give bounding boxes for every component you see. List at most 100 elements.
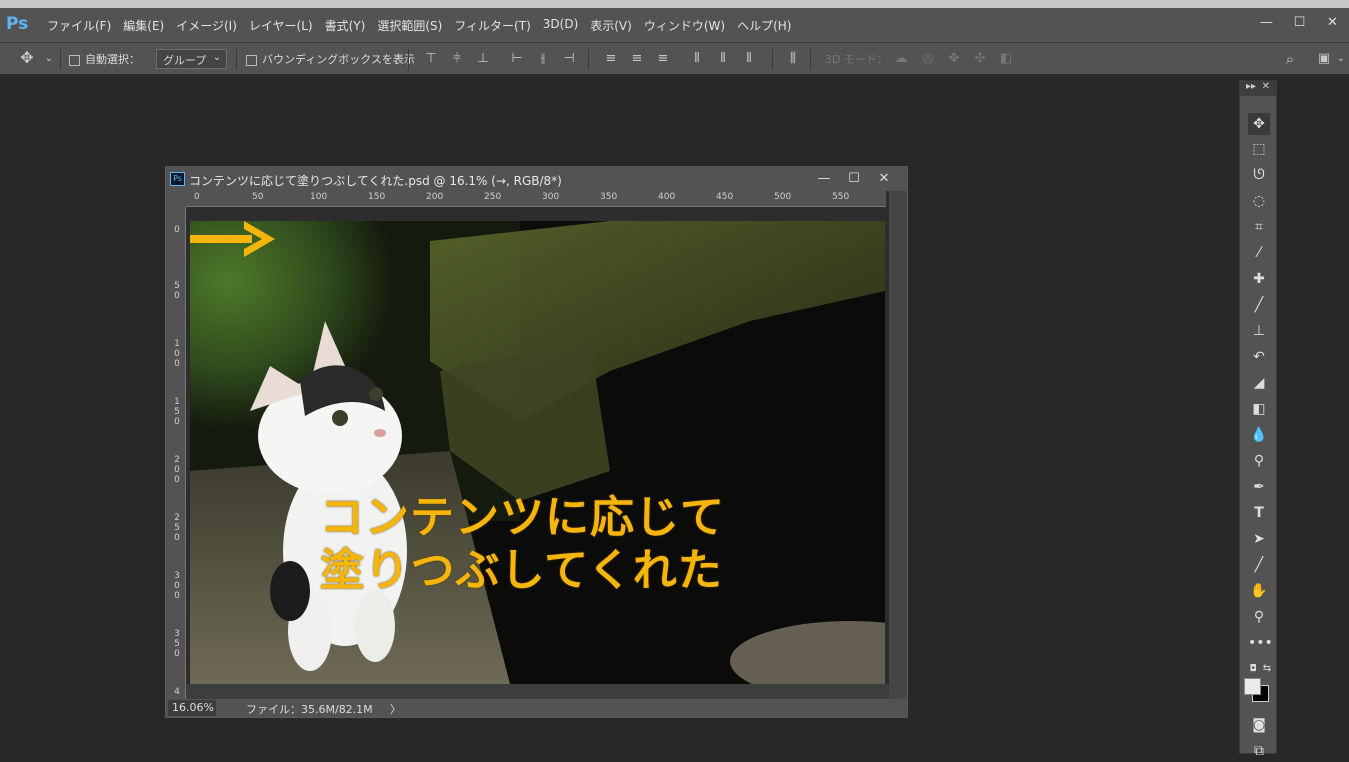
document-canvas[interactable]: コンテンツに応じて 塗りつぶしてくれた [190,221,885,684]
document-titlebar[interactable]: Ps コンテンツに応じて塗りつぶしてくれた.psd @ 16.1% (→, RG… [166,167,907,191]
pen-tool-icon[interactable]: ✒ [1248,476,1270,498]
3d-rotate-icon[interactable]: ☁ [894,52,908,66]
distribute-top-icon[interactable]: ≡ [604,52,618,66]
document-title: コンテンツに応じて塗りつぶしてくれた.psd @ 16.1% (→, RGB/8… [189,174,562,188]
auto-select-checkbox[interactable] [69,54,80,66]
swap-colors-icon[interactable]: ⇆ [1256,658,1278,680]
menu-type[interactable]: 書式(Y) [325,17,366,34]
ruler-label: 50 [252,192,264,202]
ruler-corner[interactable] [166,191,186,207]
ruler-label: 250 [172,513,182,543]
divider [772,49,773,70]
vertical-scrollbar[interactable] [889,191,907,699]
search-icon[interactable]: ⌕ [1283,52,1297,67]
blur-tool-icon[interactable]: 💧 [1248,424,1270,446]
zoom-level-field[interactable]: 16.06% [168,700,216,716]
align-vcenter-icon[interactable]: ⫩ [450,52,464,66]
dodge-tool-icon[interactable]: ⚲ [1248,450,1270,472]
close-button[interactable]: ✕ [1316,11,1349,33]
ruler-label: 450 [716,192,734,202]
auto-select-dropdown[interactable]: グループ ⌄ [156,49,227,69]
align-hcenter-icon[interactable]: ⫲ [536,52,550,66]
minimize-button[interactable]: — [1250,11,1283,33]
move-tool-icon[interactable]: ✥ [1248,113,1270,135]
horizontal-ruler[interactable]: 0 50 100 150 200 250 300 350 400 450 500… [186,191,886,207]
menu-3d[interactable]: 3D(D) [543,17,578,34]
auto-select-option[interactable]: 自動選択： [69,51,140,67]
menu-help[interactable]: ヘルプ(H) [737,17,791,34]
foreground-color-swatch[interactable] [1244,678,1261,695]
brush-tool-icon[interactable]: ╱ [1248,294,1270,316]
history-brush-tool-icon[interactable]: ↶ [1248,346,1270,368]
workspace-icon[interactable]: ▣ [1317,52,1331,66]
menu-edit[interactable]: 編集(E) [123,17,164,34]
horizontal-scrollbar[interactable] [186,684,889,699]
menu-layer[interactable]: レイヤー(L) [249,17,313,34]
align-right-icon[interactable]: ⊣ [562,52,576,66]
tool-preset-chevron-icon[interactable]: ⌄ [42,52,56,66]
zoom-tool-icon[interactable]: ⚲ [1248,606,1270,628]
lasso-tool-icon[interactable]: ᘎ [1248,164,1270,186]
align-top-icon[interactable]: ⊤ [424,52,438,66]
crop-tool-icon[interactable]: ⌗ [1248,216,1270,238]
align-bottom-icon[interactable]: ⊥ [476,52,490,66]
doc-close-button[interactable]: ✕ [869,169,899,189]
bounding-box-option[interactable]: バウンディングボックスを表示 [246,51,415,67]
marquee-tool-icon[interactable]: ⬚ [1248,138,1270,160]
auto-align-icon[interactable]: ⫼ [786,52,800,66]
divider [588,49,589,70]
3d-roll-icon[interactable]: ◎ [921,52,935,66]
ruler-label: 350 [600,192,618,202]
3d-scale-icon[interactable]: ◧ [999,52,1013,66]
menu-file[interactable]: ファイル(F) [47,17,111,34]
right-arrow-icon [190,221,275,257]
hand-tool-icon[interactable]: ✋ [1248,580,1270,602]
screen-mode-icon[interactable]: ⧉ [1248,740,1270,762]
menu-bar: Ps ファイル(F) 編集(E) イメージ(I) レイヤー(L) 書式(Y) 選… [0,0,1349,42]
tools-panel-header[interactable]: ▸▸ ✕ [1240,81,1276,96]
distribute-bottom-icon[interactable]: ≡ [656,52,670,66]
distribute-right-icon[interactable]: ⫴ [742,52,756,66]
menu-filter[interactable]: フィルター(T) [454,17,530,34]
type-tool-icon[interactable]: T [1248,502,1270,524]
document-window-controls: — ☐ ✕ [809,169,899,189]
move-tool-icon[interactable]: ✥ [20,50,34,66]
healing-brush-tool-icon[interactable]: ✚ [1248,268,1270,290]
quick-select-tool-icon[interactable]: ◌ [1248,190,1270,212]
vertical-ruler[interactable]: 0 50 100 150 200 250 300 350 4 [166,207,186,699]
eraser-tool-icon[interactable]: ◢ [1248,372,1270,394]
ruler-label: 150 [368,192,386,202]
maximize-button[interactable]: ☐ [1283,11,1316,33]
collapse-icon[interactable]: ▸▸ [1246,81,1256,96]
quick-mask-icon[interactable]: ◙ [1248,714,1270,736]
doc-minimize-button[interactable]: — [809,169,839,189]
menu-select[interactable]: 選択範囲(S) [377,17,442,34]
align-left-icon[interactable]: ⊢ [510,52,524,66]
ps-document-icon: Ps [170,172,185,186]
doc-maximize-button[interactable]: ☐ [839,169,869,189]
menu-image[interactable]: イメージ(I) [176,17,237,34]
ruler-label: 550 [832,192,850,202]
distribute-hcenter-icon[interactable]: ⫴ [716,52,730,66]
window-controls: — ☐ ✕ [1250,11,1349,33]
menu-view[interactable]: 表示(V) [590,17,632,34]
3d-pan-icon[interactable]: ✥ [947,52,961,66]
ruler-label: 4 [172,687,182,697]
menu-window[interactable]: ウィンドウ(W) [644,17,725,34]
more-tools-icon[interactable]: ••• [1248,632,1273,654]
distribute-left-icon[interactable]: ⫴ [690,52,704,66]
eyedropper-tool-icon[interactable]: ⁄ [1248,242,1270,264]
distribute-vcenter-icon[interactable]: ≡ [630,52,644,66]
path-select-tool-icon[interactable]: ➤ [1248,528,1270,550]
close-icon[interactable]: ✕ [1262,81,1270,96]
ruler-label: 0 [172,225,182,235]
clone-stamp-tool-icon[interactable]: ⊥ [1248,320,1270,342]
status-menu-arrow-icon[interactable]: 〉 [390,701,401,717]
divider [236,49,237,70]
line-tool-icon[interactable]: ╱ [1248,554,1270,576]
3d-slide-icon[interactable]: ✣ [973,52,987,66]
bounding-box-checkbox[interactable] [246,54,257,66]
gradient-tool-icon[interactable]: ◧ [1248,398,1270,420]
chevron-down-icon[interactable]: ⌄ [1334,52,1348,66]
ruler-label: 300 [542,192,560,202]
